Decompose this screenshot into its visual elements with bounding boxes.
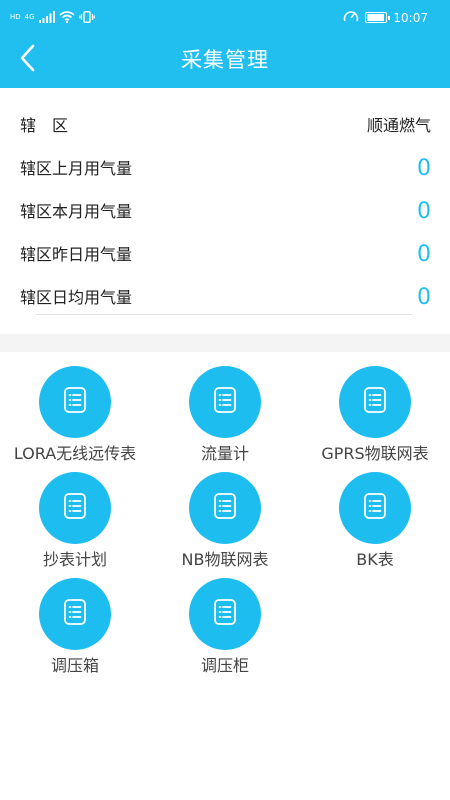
menu-item-label: 流量计 [200,444,249,463]
usage-label: 辖区本月用气量 [20,202,133,221]
district-info: 辖 区 顺通燃气 辖区上月用气量 0 辖区本月用气量 0 辖区昨日用气量 0 辖… [0,104,450,319]
menu-item-bk-meter[interactable]: BK表 [300,472,450,578]
section-separator [0,334,450,352]
status-time: 10:07 [393,10,428,25]
menu-item-pressure-cabinet[interactable]: 调压柜 [150,578,300,684]
usage-label: 辖区上月用气量 [20,159,133,178]
usage-value: 0 [417,285,431,310]
battery-icon [365,12,391,23]
vibrate-icon [78,8,95,27]
usage-value: 0 [417,242,431,267]
page-title: 采集管理 [181,48,269,72]
menu-item-circle [189,366,261,438]
menu-item-circle [39,578,111,650]
district-value: 顺通燃气 [366,116,431,135]
menu-item-label: 抄表计划 [42,550,107,569]
list-document-icon [64,387,86,417]
speed-icon [343,8,359,27]
status-left: HD 4G [10,8,95,27]
menu-item-nb-meter[interactable]: NB物联网表 [150,472,300,578]
menu-item-gprs-meter[interactable]: GPRS物联网表 [300,366,450,472]
district-row: 辖 区 顺通燃气 [0,104,450,147]
menu-item-circle [339,366,411,438]
hd-badge: HD [10,13,21,21]
usage-row-this-month: 辖区本月用气量 0 [0,190,450,233]
signal-icon [38,8,55,27]
usage-label: 辖区日均用气量 [20,288,133,307]
list-document-icon [364,493,386,523]
usage-label: 辖区昨日用气量 [20,245,133,264]
usage-row-yesterday: 辖区昨日用气量 0 [0,233,450,276]
menu-item-circle [339,472,411,544]
wifi-icon [59,8,75,27]
list-document-icon [64,493,86,523]
menu-item-circle [189,578,261,650]
usage-row-last-month: 辖区上月用气量 0 [0,147,450,190]
menu-item-flowmeter[interactable]: 流量计 [150,366,300,472]
usage-value: 0 [417,199,431,224]
menu-item-label: NB物联网表 [181,550,269,569]
menu-item-circle [39,472,111,544]
network-badge: 4G [24,13,35,21]
menu-item-pressure-box[interactable]: 调压箱 [0,578,150,684]
status-right: 10:07 [343,8,428,27]
status-bar: HD 4G 10:07 [0,0,450,32]
menu-item-reading-plan[interactable]: 抄表计划 [0,472,150,578]
menu-item-lora-meter[interactable]: LORA无线远传表 [0,366,150,472]
app-bar: 采集管理 [0,32,450,88]
list-document-icon [364,387,386,417]
menu-item-circle [39,366,111,438]
list-document-icon [214,387,236,417]
district-label: 辖 区 [20,116,69,135]
section-divider [36,314,412,315]
menu-item-label: GPRS物联网表 [321,444,429,463]
app-screen: HD 4G 10:07 采集管理 辖 区 顺通燃气 辖区上月用气量 0 辖区本月… [0,0,450,800]
usage-value: 0 [417,156,431,181]
list-document-icon [214,599,236,629]
menu-item-label: BK表 [356,550,394,569]
menu-item-label: LORA无线远传表 [13,444,137,463]
usage-row-daily-average: 辖区日均用气量 0 [0,276,450,319]
menu-item-circle [189,472,261,544]
menu-item-label: 调压箱 [50,656,99,675]
menu-item-label: 调压柜 [200,656,249,675]
list-document-icon [214,493,236,523]
list-document-icon [64,599,86,629]
